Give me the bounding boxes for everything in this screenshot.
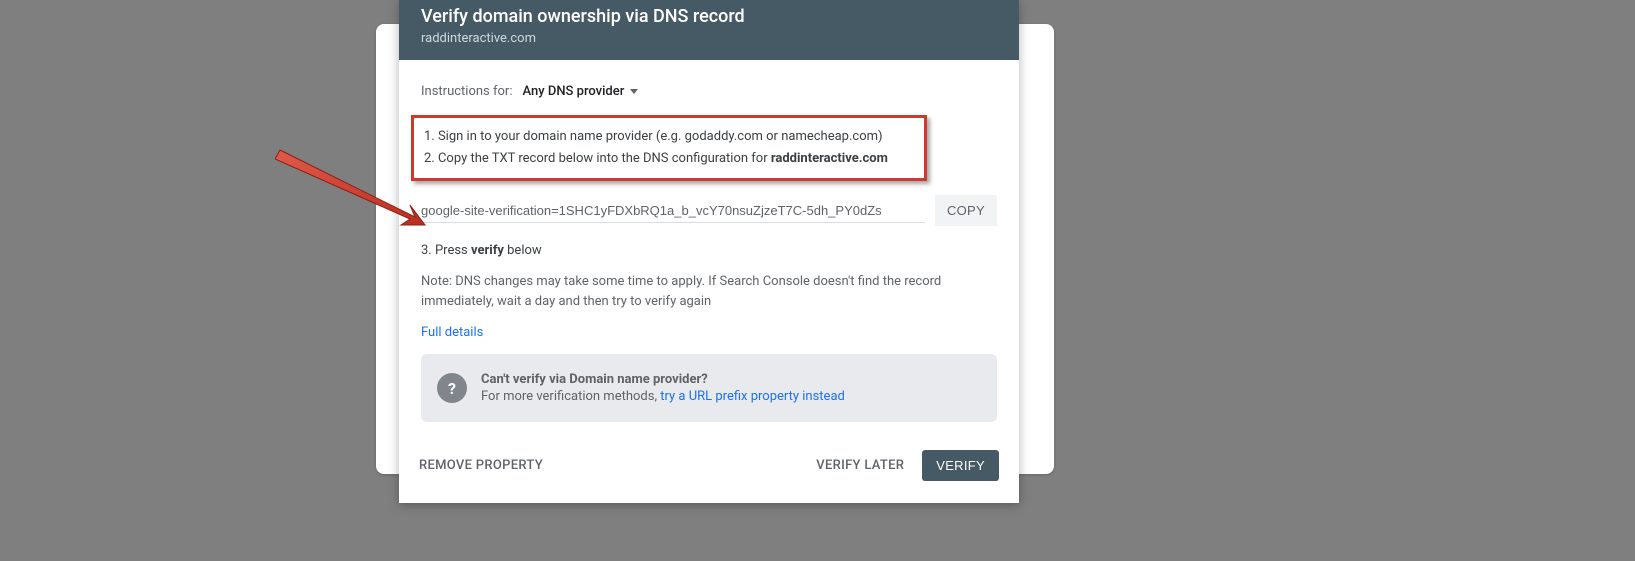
- dialog-subtitle: raddinteractive.com: [421, 31, 997, 46]
- step-3-bold: verify: [471, 243, 504, 258]
- hint-text: Can't verify via Domain name provider? F…: [481, 372, 845, 404]
- hint-box: ? Can't verify via Domain name provider?…: [421, 354, 997, 422]
- remove-property-button[interactable]: REMOVE PROPERTY: [419, 458, 543, 473]
- hint-sub-prefix: For more verification methods,: [481, 389, 660, 404]
- step-2: 2. Copy the TXT record below into the DN…: [424, 148, 914, 170]
- step-3-suffix: below: [504, 243, 542, 258]
- txt-record-input[interactable]: [421, 199, 925, 223]
- chevron-down-icon: [630, 89, 638, 94]
- copy-button[interactable]: COPY: [935, 195, 997, 226]
- verify-domain-dialog: Verify domain ownership via DNS record r…: [399, 0, 1019, 503]
- dns-provider-value: Any DNS provider: [522, 84, 624, 99]
- verify-later-button[interactable]: VERIFY LATER: [816, 458, 904, 473]
- dialog-header: Verify domain ownership via DNS record r…: [399, 0, 1019, 60]
- step-3-prefix: 3. Press: [421, 243, 471, 258]
- url-prefix-link[interactable]: try a URL prefix property instead: [660, 389, 845, 404]
- step-3: 3. Press verify below: [421, 240, 997, 262]
- dialog-title: Verify domain ownership via DNS record: [421, 6, 997, 27]
- step-2-prefix: 2. Copy the TXT record below into the DN…: [424, 151, 771, 166]
- hint-title: Can't verify via Domain name provider?: [481, 372, 845, 387]
- dns-provider-dropdown[interactable]: Any DNS provider: [522, 84, 638, 99]
- help-icon: ?: [437, 373, 467, 403]
- verify-button[interactable]: VERIFY: [922, 450, 999, 481]
- txt-record-row: COPY: [421, 195, 997, 226]
- step-1: 1. Sign in to your domain name provider …: [424, 126, 914, 148]
- instructions-label: Instructions for:: [421, 84, 512, 99]
- full-details-link[interactable]: Full details: [421, 325, 997, 340]
- dialog-body: Instructions for: Any DNS provider 1. Si…: [399, 60, 1019, 432]
- step-2-domain: raddinteractive.com: [771, 151, 888, 166]
- dialog-footer: REMOVE PROPERTY VERIFY LATER VERIFY: [399, 432, 1019, 503]
- dns-note: Note: DNS changes may take some time to …: [421, 272, 997, 311]
- instructions-row: Instructions for: Any DNS provider: [421, 84, 997, 99]
- instructions-highlight: 1. Sign in to your domain name provider …: [411, 115, 927, 181]
- hint-subtitle: For more verification methods, try a URL…: [481, 389, 845, 404]
